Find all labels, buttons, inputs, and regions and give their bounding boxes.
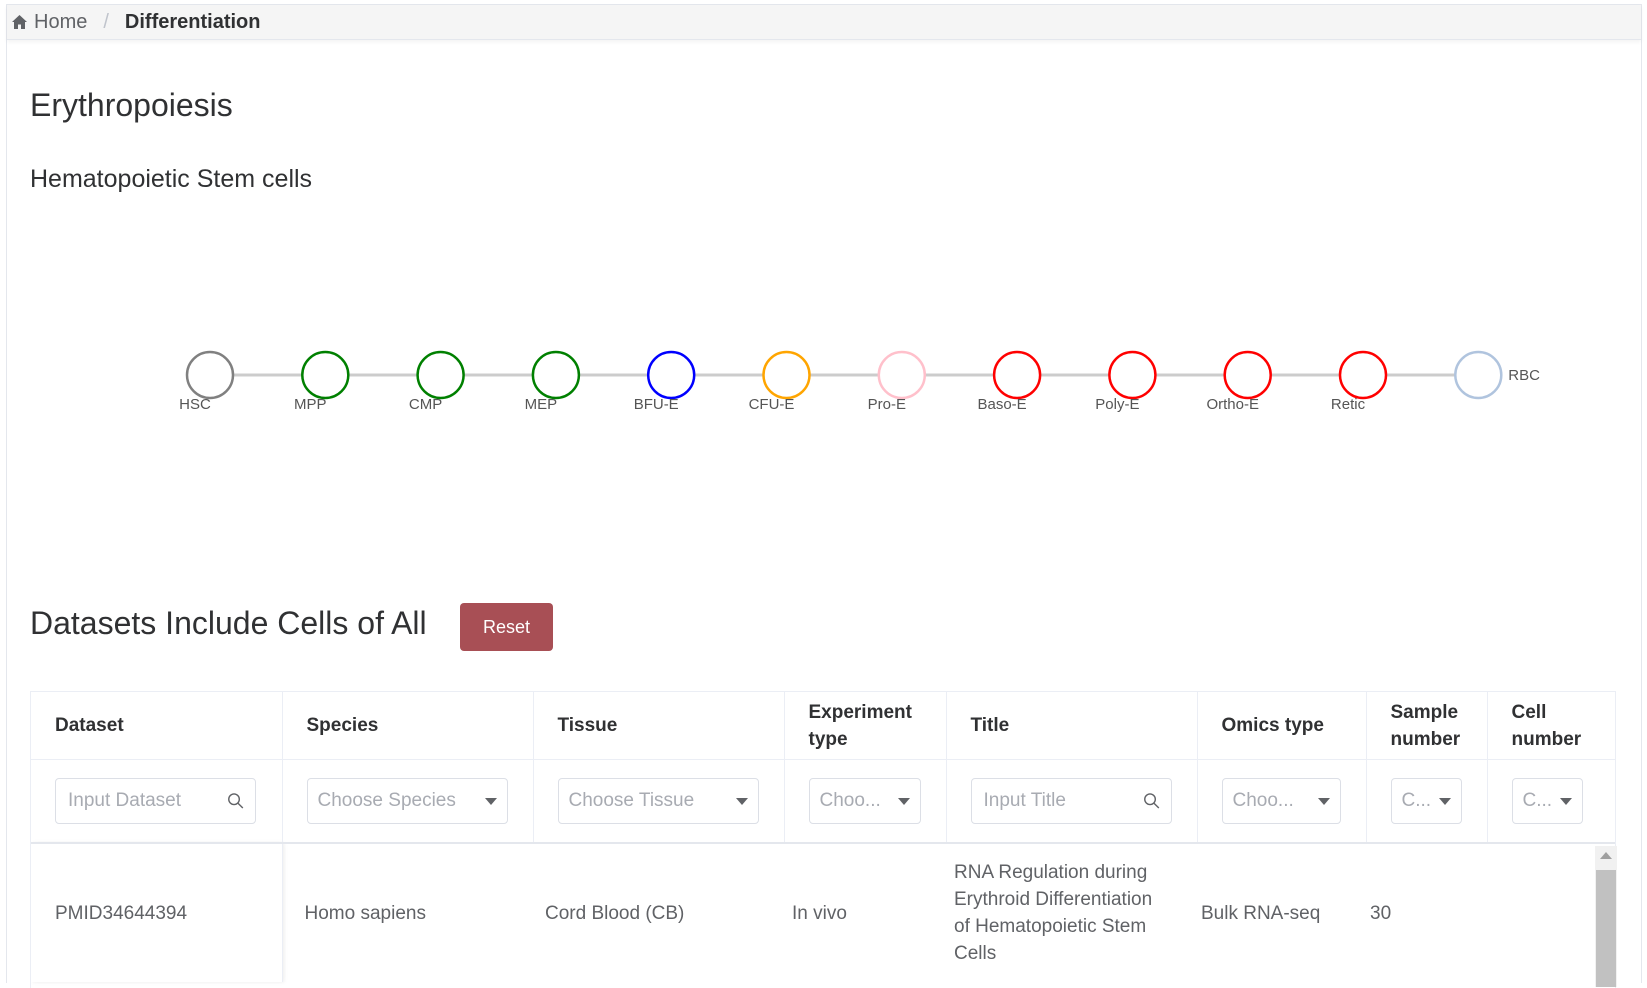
search-icon	[1143, 793, 1160, 809]
experiment-type-select[interactable]: Choo...	[808, 778, 921, 824]
lineage-node-poly-e[interactable]	[1108, 350, 1157, 400]
caret-down-icon	[1559, 797, 1572, 805]
lineage-label-poly-e: Poly-E	[1095, 396, 1139, 413]
lineage-label-hsc: HSC	[179, 396, 211, 413]
caret-down-icon	[1317, 797, 1330, 805]
cell-omics-type: Bulk RNA-seq	[1201, 902, 1321, 924]
scroll-up-arrow-icon[interactable]	[1600, 852, 1612, 859]
scrollbar-thumb[interactable]	[1596, 870, 1616, 987]
cell-species: Homo sapiens	[304, 902, 426, 924]
home-icon	[12, 15, 27, 29]
lineage-label-cmp: CMP	[409, 396, 442, 413]
table-scrollbar[interactable]	[1595, 846, 1617, 987]
lineage-node-cmp[interactable]	[416, 350, 465, 400]
column-header-species[interactable]: Species	[282, 692, 534, 760]
breadcrumb: Home / Differentiation	[7, 5, 1641, 40]
lineage-node-hsc[interactable]	[185, 350, 235, 400]
title-search-field[interactable]	[981, 789, 1143, 813]
page-frame: Home / Differentiation Erythropoiesis He…	[6, 4, 1642, 988]
omics-type-placeholder: Choo...	[1232, 790, 1294, 811]
column-header-cell-number[interactable]: Cell number	[1487, 692, 1615, 760]
dataset-search-field[interactable]	[66, 789, 228, 813]
sample-number-select[interactable]: C...	[1390, 778, 1462, 824]
datasets-table: Dataset Species Tissue Experiment type T…	[30, 691, 1616, 988]
breadcrumb-separator: /	[103, 10, 109, 33]
sample-number-placeholder: C...	[1401, 790, 1432, 811]
cell-sample-number: 30	[1370, 902, 1392, 924]
column-header-tissue[interactable]: Tissue	[533, 692, 785, 760]
cell-dataset: PMID34644394	[31, 843, 283, 982]
cell-title: RNA Regulation during Erythroid Differen…	[954, 862, 1153, 964]
lineage-label-pro-e: Pro-E	[868, 396, 906, 413]
tissue-select[interactable]: Choose Tissue	[557, 778, 759, 824]
cell-number-placeholder: C...	[1522, 790, 1553, 811]
lineage-label-rbc: RBC	[1508, 367, 1540, 384]
lineage-node-baso-e[interactable]	[992, 350, 1042, 400]
lineage-node-cfu-e[interactable]	[762, 350, 811, 400]
caret-down-icon	[484, 797, 497, 805]
lineage-node-pro-e[interactable]	[877, 350, 927, 400]
column-header-experiment-type[interactable]: Experiment type	[784, 692, 947, 760]
column-header-omics-type[interactable]: Omics type	[1197, 692, 1367, 760]
lineage-node-retic[interactable]	[1338, 350, 1388, 400]
table-row[interactable]: PMID34644394 Homo sapiens Cord Blood (CB…	[31, 843, 1615, 982]
cell-tissue: Cord Blood (CB)	[545, 902, 685, 924]
lineage-label-retic: Retic	[1331, 396, 1366, 413]
lineage-node-mpp[interactable]	[301, 350, 350, 400]
reset-button[interactable]: Reset	[460, 603, 553, 651]
lineage-node-rbc[interactable]	[1454, 350, 1503, 400]
species-select-placeholder: Choose Species	[317, 790, 456, 811]
lineage-label-mpp: MPP	[294, 396, 327, 413]
column-header-title[interactable]: Title	[946, 692, 1198, 760]
breadcrumb-current: Differentiation	[124, 10, 261, 33]
search-icon	[228, 793, 244, 809]
tissue-select-placeholder: Choose Tissue	[568, 790, 695, 811]
cell-number-select[interactable]: C...	[1511, 778, 1583, 824]
column-header-dataset[interactable]: Dataset	[31, 692, 283, 760]
column-header-sample-number[interactable]: Sample number	[1366, 692, 1488, 760]
title-search-input[interactable]	[970, 778, 1172, 824]
lineage-node-ortho-e[interactable]	[1223, 350, 1272, 400]
omics-type-select[interactable]: Choo...	[1221, 778, 1341, 824]
caret-down-icon	[897, 797, 910, 805]
lineage-node-bfu-e[interactable]	[646, 350, 696, 400]
lineage-label-baso-e: Baso-E	[977, 396, 1026, 413]
caret-down-icon	[735, 797, 748, 805]
breadcrumb-home-label: Home	[34, 10, 88, 33]
cell-experiment-type: In vivo	[792, 902, 847, 924]
page-title: Erythropoiesis	[30, 87, 233, 123]
lineage-label-bfu-e: BFU-E	[634, 396, 679, 413]
species-select[interactable]: Choose Species	[306, 778, 508, 824]
lineage-label-cfu-e: CFU-E	[749, 396, 795, 413]
experiment-type-placeholder: Choo...	[819, 790, 881, 811]
breadcrumb-home-link[interactable]: Home	[11, 11, 87, 34]
sub-title: Hematopoietic Stem cells	[30, 165, 313, 193]
dataset-search-input[interactable]	[55, 778, 256, 824]
lineage-label-ortho-e: Ortho-E	[1206, 396, 1259, 413]
lineage-node-mep[interactable]	[531, 350, 581, 400]
caret-down-icon	[1438, 797, 1451, 805]
lineage-label-mep: MEP	[525, 396, 558, 413]
datasets-heading: Datasets Include Cells of All	[30, 605, 427, 641]
lineage-diagram: HSC MPP CMP MEP BFU-E CFU-E Pro-E Baso-E Poly-E O…	[179, 350, 1540, 413]
